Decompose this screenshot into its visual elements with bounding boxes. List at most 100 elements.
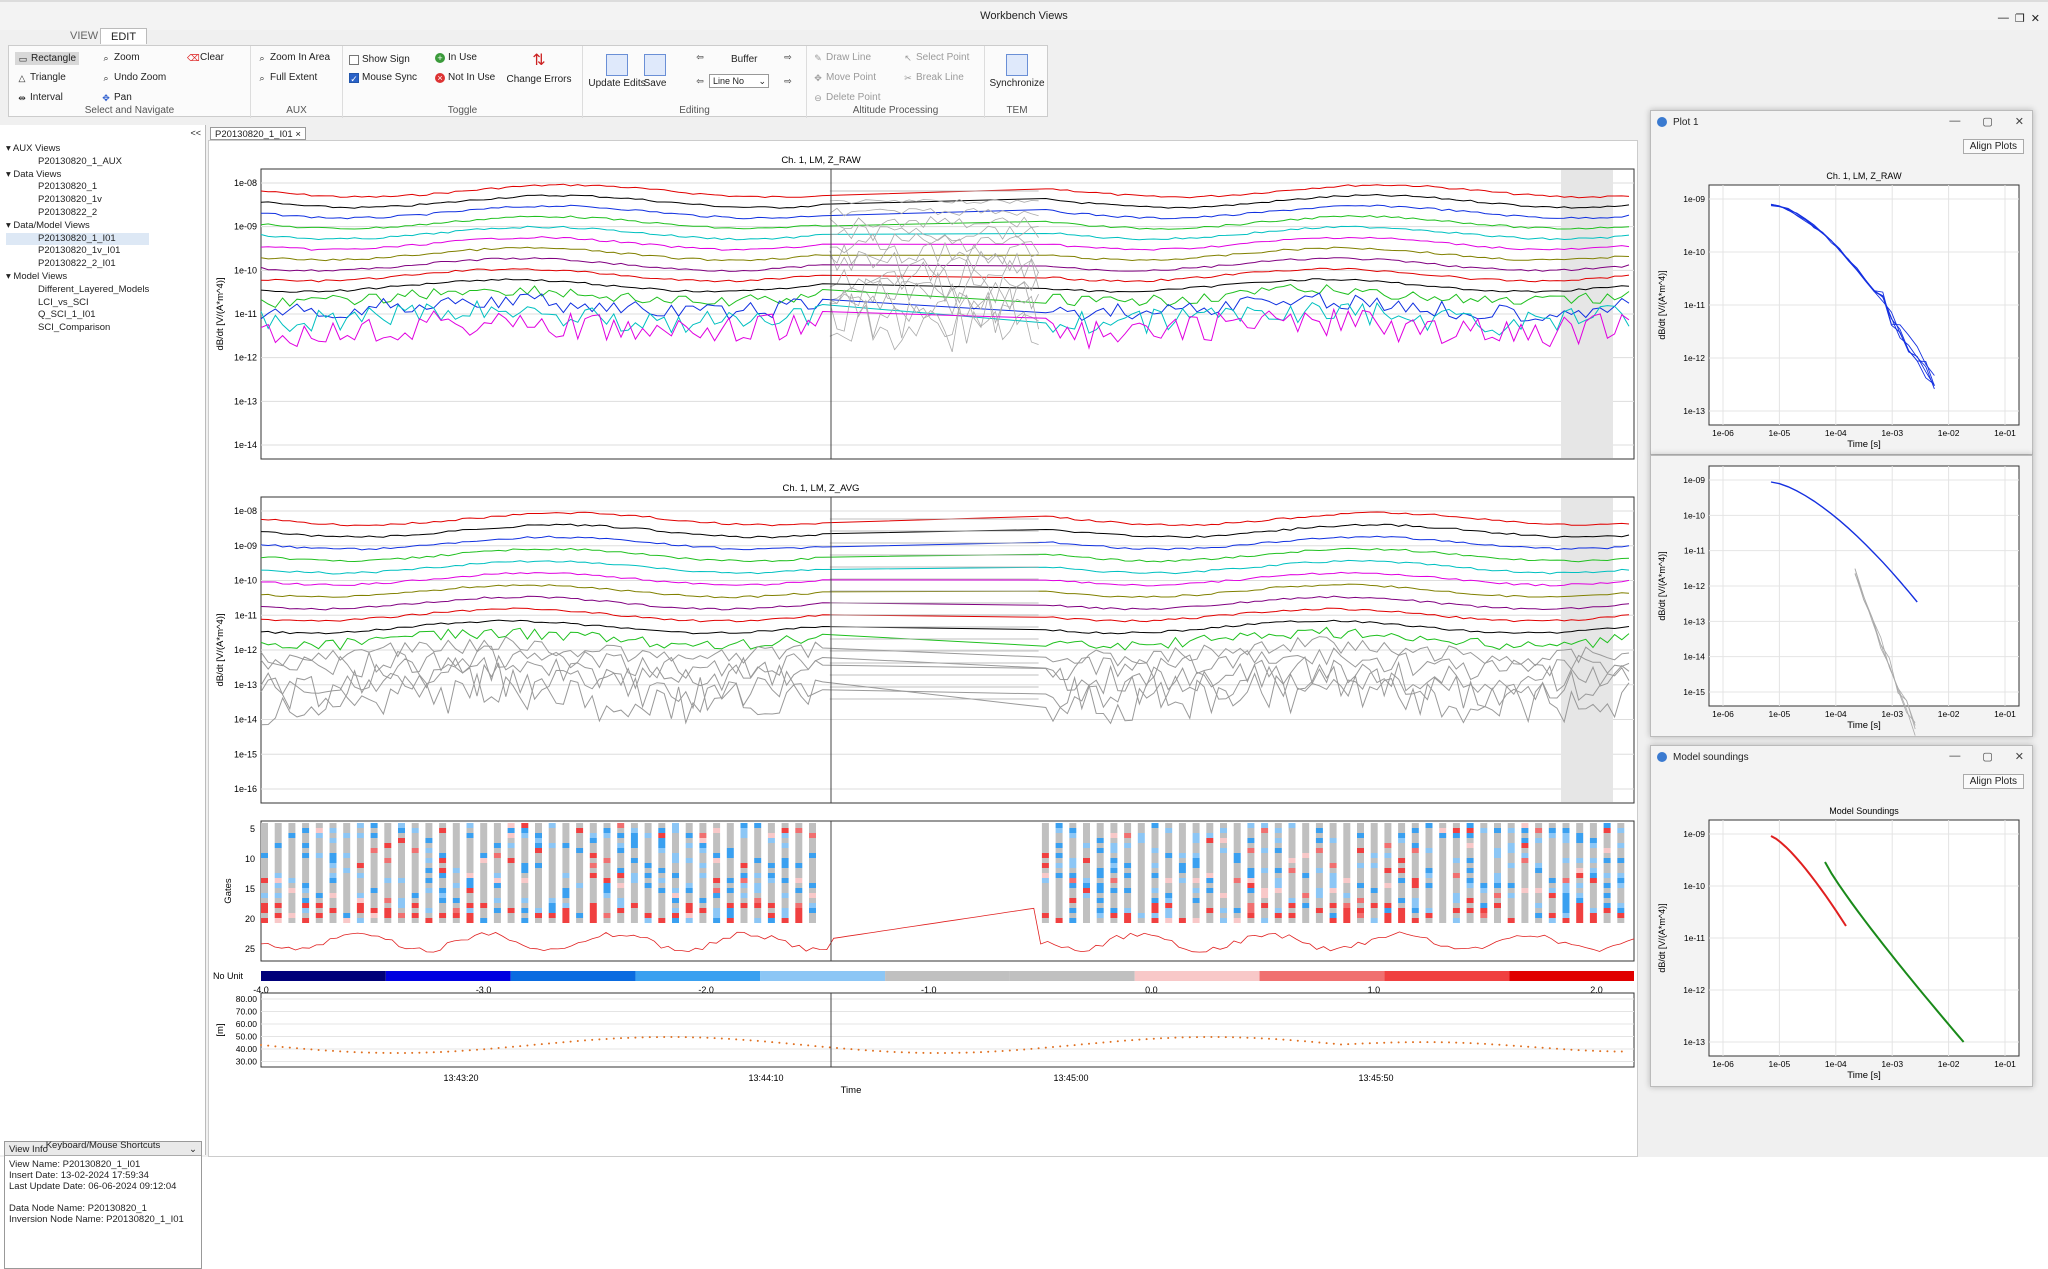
interval-button[interactable]: ⇹ Interval [17,92,63,103]
keyboard-shortcuts-link[interactable]: Keyboard/Mouse Shortcuts [0,1140,206,1151]
minimize-button[interactable]: — [1998,12,2009,25]
synchronize-button[interactable]: Synchronize [987,54,1047,89]
mouse-sync-checkbox[interactable]: ✓ Mouse Sync [349,72,417,84]
tree-item[interactable]: P20130822_2 [6,207,149,220]
gate-cell [1548,858,1556,863]
not-in-use-button[interactable]: × Not In Use [435,72,495,83]
altitude-point [1534,1046,1537,1049]
gate-cell [781,893,789,898]
gate-cell [1439,888,1447,893]
align-plots-button[interactable]: Align Plots [1962,774,2024,789]
maximize-button[interactable]: ▢ [1982,115,1992,128]
delete-point-button[interactable]: ⊖ Delete Point [813,92,880,103]
tree-group[interactable]: ▾ AUX Views [6,143,149,156]
gate-cell [1206,858,1214,863]
save-button[interactable]: Save [635,54,675,89]
gate-cell [658,918,666,923]
buffer-prev-button[interactable]: ⇦ [695,52,705,62]
close-icon[interactable]: × [295,129,301,140]
plot2-chart[interactable]: 1e-091e-101e-111e-121e-131e-141e-151e-06… [1651,456,2034,738]
tree-item[interactable]: P20130820_1v [6,194,149,207]
doc-tab[interactable]: P20130820_1_I01 × [210,127,306,140]
zoom-button[interactable]: ⌕ Zoom [101,52,139,63]
full-extent-button[interactable]: ⌕ Full Extent [257,72,317,83]
altitude-point [1275,1038,1278,1041]
draw-line-button[interactable]: ✎ Draw Line [813,52,871,63]
minimize-button[interactable]: — [1949,115,1960,128]
show-sign-checkbox[interactable]: Show Sign [349,54,410,65]
close-button[interactable]: ✕ [2015,115,2024,128]
gate-cell [1041,843,1049,848]
gate-cell [1288,828,1296,833]
tree-item[interactable]: P20130822_2_I01 [6,258,149,271]
tab-edit[interactable]: EDIT [100,28,148,44]
gate-cell [562,863,570,868]
gate-cell [767,828,775,833]
gate-cell [302,848,310,853]
tree-item[interactable]: P20130820_1 [6,181,149,194]
gate-cell [1220,913,1227,918]
line-prev-button[interactable]: ⇦ [695,76,705,86]
minimize-button[interactable]: — [1949,750,1960,763]
tree-group[interactable]: ▾ Data/Model Views [6,220,149,233]
gate-cell [1562,843,1570,848]
tree-item[interactable]: Q_SCI_1_I01 [6,309,149,322]
buffer-next-button[interactable]: ⇨ [783,52,793,62]
gate-cell [370,888,378,893]
tree-group[interactable]: ▾ Data Views [6,169,149,182]
tree-item[interactable]: Different_Layered_Models [6,284,149,297]
tree-item[interactable]: P20130820_1_I01 [6,232,150,246]
main-plots[interactable]: 1e-081e-091e-101e-111e-121e-131e-14Ch. 1… [209,141,1699,1156]
gate-cell [1329,913,1337,918]
gate-cell [1480,838,1488,843]
clear-button[interactable]: ⌫ Clear [187,52,224,63]
gate-cell [1151,843,1159,848]
gate-cell [1083,913,1090,918]
plot1-chart[interactable]: Ch. 1, LM, Z_RAW1e-091e-101e-111e-121e-1… [1651,155,2034,455]
tree-item[interactable]: LCI_vs_SCI [6,297,149,310]
tree-item[interactable]: P20130820_1_AUX [6,156,149,169]
maximize-button[interactable]: ▢ [1982,750,1992,763]
break-line-button[interactable]: ✂ Break Line [903,72,964,83]
gate-cell [576,883,584,888]
gate-cell [1343,873,1351,878]
tree-group[interactable]: ▾ Model Views [6,271,149,284]
gate-cell [1288,858,1296,863]
tree-item[interactable]: SCI_Comparison [6,322,149,335]
pan-button[interactable]: ✥ Pan [101,92,132,103]
align-plots-button[interactable]: Align Plots [1962,139,2024,154]
collapse-button[interactable]: << [190,128,201,138]
zoom-in-area-button[interactable]: ⌕ Zoom In Area [257,52,330,63]
change-errors-button[interactable]: ⇅ Change Errors [505,50,573,85]
triangle-button[interactable]: △ Triangle [17,72,66,83]
move-point-button[interactable]: ✥ Move Point [813,72,876,83]
close-button[interactable]: ✕ [2015,750,2024,763]
line-next-button[interactable]: ⇨ [783,76,793,86]
select-point-button[interactable]: ↖ Select Point [903,52,969,63]
view-info-line [9,1192,197,1203]
tree-item[interactable]: P20130820_1v_I01 [6,245,149,258]
close-button[interactable]: ✕ [2031,12,2040,25]
gate-cell [781,863,789,868]
gate-cell [1452,848,1460,853]
in-use-button[interactable]: + In Use [435,52,477,63]
gate-cell [1302,893,1310,898]
gate-cell [425,838,433,843]
gate-cell [1384,853,1392,858]
gate-cell [1165,823,1173,828]
gate-cell [535,893,542,898]
gate-cell [1247,863,1255,868]
gate-cell [1055,883,1063,888]
gate-cell [521,843,529,848]
gate-cell [644,888,652,893]
gate-cell [1110,913,1118,918]
gate-cell [699,863,707,868]
gate-cell [685,868,693,873]
undo-zoom-button[interactable]: ⌕ Undo Zoom [101,72,166,83]
restore-button[interactable]: ❐ [2015,12,2025,25]
gate-cell [1480,913,1488,918]
model-soundings-chart[interactable]: Model Soundings1e-091e-101e-111e-121e-13… [1651,790,2034,1086]
rectangle-button[interactable]: ▭ Rectangle [15,52,80,65]
gate-cell [1315,878,1323,883]
line-no-select[interactable]: Line No ⌄ [709,74,769,88]
